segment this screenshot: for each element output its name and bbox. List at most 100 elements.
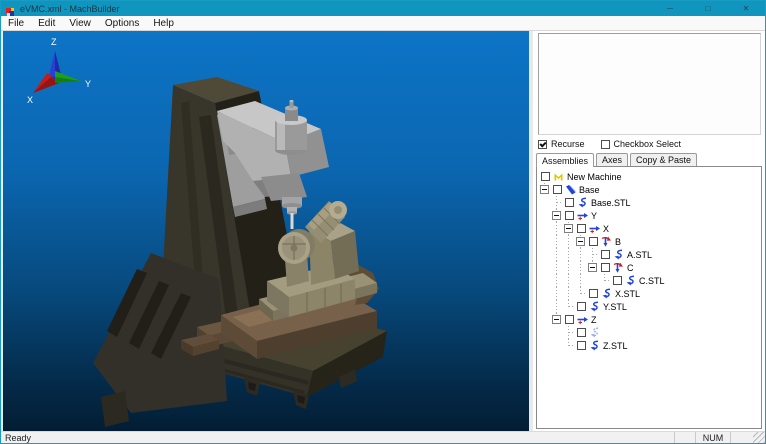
tree-item-label[interactable]: Base bbox=[577, 185, 600, 195]
stl-icon bbox=[625, 275, 637, 286]
tree-item-label[interactable]: Z.STL bbox=[601, 341, 628, 351]
tree-item-label[interactable]: Y.STL bbox=[601, 302, 627, 312]
assembly-tree[interactable]: New Machine Base Base.STL YXB A.STL CC.STL X.S… bbox=[536, 166, 762, 429]
spindle bbox=[282, 197, 302, 229]
tree-guide bbox=[539, 235, 551, 248]
tree-guide bbox=[539, 339, 551, 352]
tree-guide bbox=[563, 287, 575, 300]
tree-expander[interactable] bbox=[552, 211, 561, 220]
viewport-3d[interactable]: Z X Y bbox=[3, 31, 529, 432]
stl-icon bbox=[601, 288, 613, 299]
tree-item-label[interactable]: X.STL bbox=[613, 289, 640, 299]
menu-help[interactable]: Help bbox=[146, 18, 181, 29]
tree-checkbox[interactable] bbox=[601, 263, 610, 272]
tree-checkbox[interactable] bbox=[577, 341, 586, 350]
tree-item-x[interactable]: X bbox=[539, 222, 761, 235]
tree-checkbox[interactable] bbox=[589, 237, 598, 246]
tree-guide bbox=[575, 261, 587, 274]
tree-elbow bbox=[575, 287, 587, 300]
tree-guide bbox=[551, 248, 563, 261]
tree-item-label[interactable]: New Machine bbox=[565, 172, 622, 182]
menu-file[interactable]: File bbox=[1, 18, 31, 29]
app-icon bbox=[5, 4, 15, 14]
tree-checkbox[interactable] bbox=[565, 211, 574, 220]
tree-item-label[interactable]: X bbox=[601, 224, 609, 234]
tab-axes[interactable]: Axes bbox=[596, 153, 628, 166]
tree-checkbox[interactable] bbox=[577, 302, 586, 311]
tree-checkbox[interactable] bbox=[565, 198, 574, 207]
tree-item-c[interactable]: C bbox=[539, 261, 761, 274]
stl-icon bbox=[577, 197, 589, 208]
tree-guide bbox=[587, 274, 599, 287]
tree-item-b[interactable]: B bbox=[539, 235, 761, 248]
close-button[interactable]: ✕ bbox=[727, 1, 765, 16]
tree-checkbox[interactable] bbox=[565, 315, 574, 324]
tree-item-y[interactable]: Y bbox=[539, 209, 761, 222]
tree-elbow bbox=[563, 339, 575, 352]
menubar: File Edit View Options Help bbox=[1, 16, 765, 31]
menu-options[interactable]: Options bbox=[98, 18, 146, 29]
tree-checkbox[interactable] bbox=[577, 328, 586, 337]
maximize-button[interactable]: □ bbox=[689, 1, 727, 16]
rotary-icon bbox=[613, 262, 625, 273]
tree-guide bbox=[551, 287, 563, 300]
tree-item-unnamed[interactable] bbox=[539, 326, 761, 339]
properties-box[interactable] bbox=[538, 33, 761, 135]
tree-item-base-stl[interactable]: Base.STL bbox=[539, 196, 761, 209]
linear-icon bbox=[589, 223, 601, 234]
tree-item-y-stl[interactable]: Y.STL bbox=[539, 300, 761, 313]
tab-bar: Assemblies Axes Copy & Paste bbox=[536, 152, 699, 166]
menu-edit[interactable]: Edit bbox=[31, 18, 62, 29]
tree-checkbox[interactable] bbox=[589, 289, 598, 298]
tree-item-label[interactable]: B bbox=[613, 237, 621, 247]
window-controls: ─ □ ✕ bbox=[651, 1, 765, 16]
tree-expander[interactable] bbox=[588, 263, 597, 272]
tree-item-label[interactable]: C bbox=[625, 263, 634, 273]
rotary-icon bbox=[601, 236, 613, 247]
tree-checkbox[interactable] bbox=[541, 172, 550, 181]
tree-item-c-stl[interactable]: C.STL bbox=[539, 274, 761, 287]
tree-elbow bbox=[563, 326, 575, 339]
menu-view[interactable]: View bbox=[62, 18, 98, 29]
tree-guide bbox=[539, 326, 551, 339]
checkbox-select-box[interactable] bbox=[601, 140, 610, 149]
tree-item-x-stl[interactable]: X.STL bbox=[539, 287, 761, 300]
recurse-checkbox[interactable]: Recurse bbox=[538, 139, 585, 149]
tree-checkbox[interactable] bbox=[613, 276, 622, 285]
tree-checkbox[interactable] bbox=[601, 250, 610, 259]
status-pane-num: NUM bbox=[695, 432, 730, 443]
tree-checkbox[interactable] bbox=[577, 224, 586, 233]
minimize-button[interactable]: ─ bbox=[651, 1, 689, 16]
tree-item-base[interactable]: Base bbox=[539, 183, 761, 196]
tree-expander[interactable] bbox=[564, 224, 573, 233]
tree-item-z[interactable]: Z bbox=[539, 313, 761, 326]
tab-assemblies[interactable]: Assemblies bbox=[536, 153, 594, 167]
tree-expander[interactable] bbox=[552, 315, 561, 324]
tree-item-label[interactable]: Y bbox=[589, 211, 597, 221]
tree-item-z-stl[interactable]: Z.STL bbox=[539, 339, 761, 352]
tree-item-label[interactable]: C.STL bbox=[637, 276, 665, 286]
tree-item-label[interactable]: Base.STL bbox=[589, 198, 631, 208]
status-bar: Ready NUM bbox=[1, 431, 765, 443]
axis-label-x: X bbox=[27, 95, 33, 105]
tree-expander[interactable] bbox=[576, 237, 585, 246]
linear-icon bbox=[577, 210, 589, 221]
recurse-checkbox-box[interactable] bbox=[538, 140, 547, 149]
spindle-motor bbox=[275, 100, 307, 155]
tab-copy-paste[interactable]: Copy & Paste bbox=[630, 153, 697, 166]
app-window: eVMC.xml - MachBuilder ─ □ ✕ File Edit V… bbox=[0, 0, 766, 444]
checkbox-select-checkbox[interactable]: Checkbox Select bbox=[601, 139, 682, 149]
axis-label-y: Y bbox=[85, 79, 91, 89]
tree-guide bbox=[563, 274, 575, 287]
tree-checkbox[interactable] bbox=[553, 185, 562, 194]
tree-expander[interactable] bbox=[540, 185, 549, 194]
titlebar[interactable]: eVMC.xml - MachBuilder ─ □ ✕ bbox=[1, 1, 765, 16]
tree-item-a-stl[interactable]: A.STL bbox=[539, 248, 761, 261]
tree-elbow bbox=[539, 183, 551, 196]
resize-grip[interactable] bbox=[753, 432, 765, 443]
tree-item-label[interactable]: Z bbox=[589, 315, 597, 325]
machine-icon bbox=[553, 171, 565, 182]
tree-item-label[interactable]: A.STL bbox=[625, 250, 652, 260]
tree-item-new-machine[interactable]: New Machine bbox=[539, 170, 761, 183]
stl-icon bbox=[589, 301, 601, 312]
